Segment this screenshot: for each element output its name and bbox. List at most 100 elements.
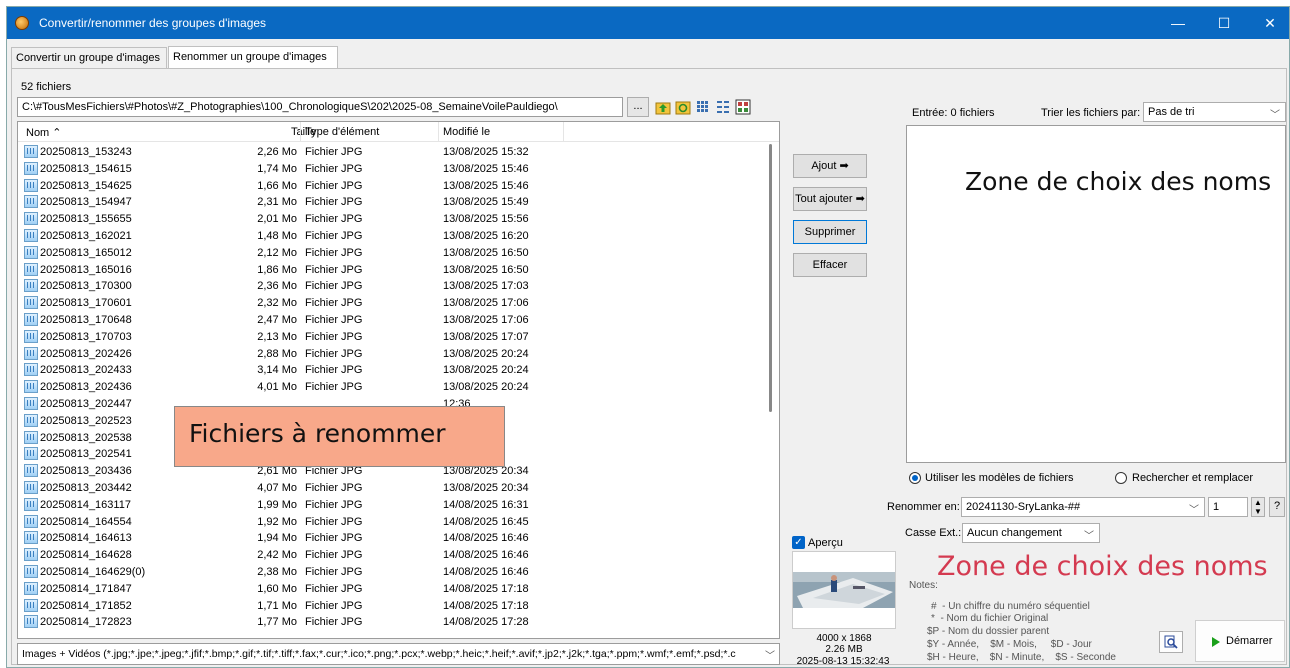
file-type: Fichier JPG xyxy=(305,482,363,494)
refresh-icon[interactable] xyxy=(675,99,691,115)
file-row[interactable]: 20250814_172823 1,77 Mo Fichier JPG 14/08/2… xyxy=(18,614,763,630)
image-file-icon xyxy=(24,447,38,461)
file-row[interactable]: 20250813_170300 2,36 Mo Fichier JPG 13/08/2… xyxy=(18,278,763,294)
image-file-icon xyxy=(24,565,38,578)
file-row[interactable]: 20250813_170703 2,13 Mo Fichier JPG 13/08/2… xyxy=(18,329,763,345)
file-type: Fichier JPG xyxy=(305,582,363,595)
start-button[interactable]: Démarrer xyxy=(1195,620,1285,662)
file-modified: 13/08/2025 15:56 xyxy=(443,213,529,226)
case-value: Aucun changement xyxy=(967,527,1062,539)
file-modified: 13/08/2025 20:24 xyxy=(443,364,529,377)
preview-names-button[interactable] xyxy=(1159,631,1183,653)
selection-overlay-label: Zone de choix des noms xyxy=(965,167,1272,196)
close-button[interactable]: ✕ xyxy=(1247,7,1289,39)
image-file-icon xyxy=(24,514,38,528)
templates-radio[interactable] xyxy=(909,472,921,484)
file-modified: 13/08/2025 16:20 xyxy=(443,230,529,242)
minimize-button[interactable]: — xyxy=(1155,7,1201,39)
help-button[interactable]: ? xyxy=(1269,497,1285,517)
preview-image xyxy=(792,551,896,629)
file-modified: 13/08/2025 20:24 xyxy=(443,381,529,394)
browse-button[interactable]: ... xyxy=(627,97,649,117)
clear-button[interactable]: Effacer xyxy=(793,253,867,277)
details-view-icon[interactable] xyxy=(695,99,711,115)
file-row[interactable]: 20250814_164628 2,42 Mo Fichier JPG 14/08/2… xyxy=(18,547,763,563)
file-row[interactable]: 20250813_202436 4,01 Mo Fichier JPG 13/08/2… xyxy=(18,379,763,395)
file-row[interactable]: 20250813_165016 1,86 Mo Fichier JPG 13/08/2… xyxy=(18,262,763,278)
search-replace-radio[interactable] xyxy=(1115,472,1127,484)
file-type: Fichier JPG xyxy=(305,246,363,259)
file-row[interactable]: 20250813_170601 2,32 Mo Fichier JPG 13/08/2… xyxy=(18,295,763,311)
file-row[interactable]: 20250813_155655 2,01 Mo Fichier JPG 13/08/2… xyxy=(18,211,763,227)
image-file-icon xyxy=(24,161,38,175)
file-modified: 13/08/2025 17:03 xyxy=(443,280,529,293)
file-name: 20250813_153243 xyxy=(40,146,132,158)
rename-label: Renommer en: xyxy=(887,501,960,513)
sort-label: Trier les fichiers par: xyxy=(1041,107,1141,119)
image-file-icon xyxy=(24,581,38,595)
image-file-icon xyxy=(24,262,38,276)
file-row[interactable]: 20250814_171852 1,71 Mo Fichier JPG 14/08/2… xyxy=(18,598,763,614)
file-row[interactable]: 20250813_154615 1,74 Mo Fichier JPG 13/08/2… xyxy=(18,161,763,177)
file-size: 1,77 Mo xyxy=(257,616,297,629)
file-row[interactable]: 20250813_162021 1,48 Mo Fichier JPG 13/08/2… xyxy=(18,228,763,244)
file-row[interactable]: 20250813_154625 1,66 Mo Fichier JPG 13/08/2… xyxy=(18,178,763,194)
rename-template-input[interactable]: 20241130-SryLanka-## ﹀ xyxy=(961,497,1205,517)
file-type: Fichier JPG xyxy=(305,179,363,192)
file-row[interactable]: 20250814_164629(0) 2,38 Mo Fichier JPG 14/0… xyxy=(18,564,763,580)
file-modified: 13/08/2025 15:46 xyxy=(443,162,529,175)
preview-checkbox[interactable]: ✓ xyxy=(792,536,805,549)
add-button[interactable]: Ajout ➡ xyxy=(793,154,867,178)
file-modified: 14/08/2025 17:18 xyxy=(443,599,529,612)
column-name[interactable]: Nom ⌃ xyxy=(26,126,62,139)
sort-select[interactable]: Pas de tri ﹀ xyxy=(1143,102,1286,122)
tab-convert[interactable]: Convertir un groupe d'images xyxy=(11,47,167,69)
file-type: Fichier JPG xyxy=(305,532,363,545)
number-stepper[interactable]: ▲ ▼ xyxy=(1251,497,1265,517)
file-name: 20250814_164629(0) xyxy=(40,566,146,578)
column-modified[interactable]: Modifié le xyxy=(443,126,490,138)
remove-button[interactable]: Supprimer xyxy=(793,220,867,244)
file-row[interactable]: 20250814_163117 1,99 Mo Fichier JPG 14/08/2… xyxy=(18,497,763,513)
start-number-input[interactable]: 1 xyxy=(1208,497,1248,517)
file-type: Fichier JPG xyxy=(305,146,363,158)
file-size: 1,48 Mo xyxy=(257,230,297,242)
file-row[interactable]: 20250813_203442 4,07 Mo Fichier JPG 13/08/2… xyxy=(18,480,763,496)
file-name: 20250813_170648 xyxy=(40,314,132,326)
folder-up-icon[interactable] xyxy=(655,99,671,115)
search-replace-radio-label: Rechercher et remplacer xyxy=(1132,472,1254,484)
file-row[interactable]: 20250813_170648 2,47 Mo Fichier JPG 13/08/2… xyxy=(18,312,763,328)
file-row[interactable]: 20250813_202426 2,88 Mo Fichier JPG 13/08/2… xyxy=(18,346,763,362)
tab-rename[interactable]: Renommer un groupe d'images xyxy=(168,46,338,70)
thumbnail-view-icon[interactable] xyxy=(735,99,751,115)
file-row[interactable]: 20250813_165012 2,12 Mo Fichier JPG 13/08/2… xyxy=(18,245,763,261)
list-header: Nom ⌃ Taille Type d'élément Modifié le xyxy=(18,122,779,142)
file-row[interactable]: 20250814_164613 1,94 Mo Fichier JPG 14/08/2… xyxy=(18,530,763,546)
image-date: 2025-08-13 15:32:43 xyxy=(796,656,890,667)
sailboat-photo xyxy=(793,552,895,628)
vertical-scrollbar[interactable] xyxy=(762,142,779,638)
file-size: 2,38 Mo xyxy=(257,566,297,578)
file-size: 1,86 Mo xyxy=(257,263,297,276)
file-row[interactable]: 20250813_202433 3,14 Mo Fichier JPG 13/08/2… xyxy=(18,362,763,378)
file-type-filter[interactable]: Images + Vidéos (*.jpg;*.jpe;*.jpeg;*.jf… xyxy=(17,643,780,665)
add-all-button[interactable]: Tout ajouter ➡ xyxy=(793,187,867,211)
file-row[interactable]: 20250813_154947 2,31 Mo Fichier JPG 13/08/2… xyxy=(18,194,763,210)
file-list[interactable]: Nom ⌃ Taille Type d'élément Modifié le 2… xyxy=(17,121,780,639)
main-window: Convertir/renommer des groupes d'images … xyxy=(6,6,1290,668)
case-select[interactable]: Aucun changement ﹀ xyxy=(962,523,1100,543)
file-modified: 13/08/2025 15:32 xyxy=(443,146,529,158)
column-type[interactable]: Type d'élément xyxy=(305,126,379,138)
file-row[interactable]: 20250814_171847 1,60 Mo Fichier JPG 14/08/2… xyxy=(18,581,763,597)
file-row[interactable]: 20250813_153243 2,26 Mo Fichier JPG 13/08/2… xyxy=(18,144,763,160)
file-type: Fichier JPG xyxy=(305,566,363,578)
maximize-button[interactable]: ☐ xyxy=(1201,7,1247,39)
file-type: Fichier JPG xyxy=(305,162,363,175)
start-button-label: Démarrer xyxy=(1226,635,1273,647)
list-view-icon[interactable] xyxy=(715,99,731,115)
file-name: 20250814_164554 xyxy=(40,515,132,528)
file-row[interactable]: 20250814_164554 1,92 Mo Fichier JPG 14/08/2… xyxy=(18,514,763,530)
folder-path-input[interactable]: C:\#TousMesFichiers\#Photos\#Z_Photograp… xyxy=(17,97,623,117)
file-name: 20250813_202447 xyxy=(40,398,132,410)
file-type: Fichier JPG xyxy=(305,196,363,209)
